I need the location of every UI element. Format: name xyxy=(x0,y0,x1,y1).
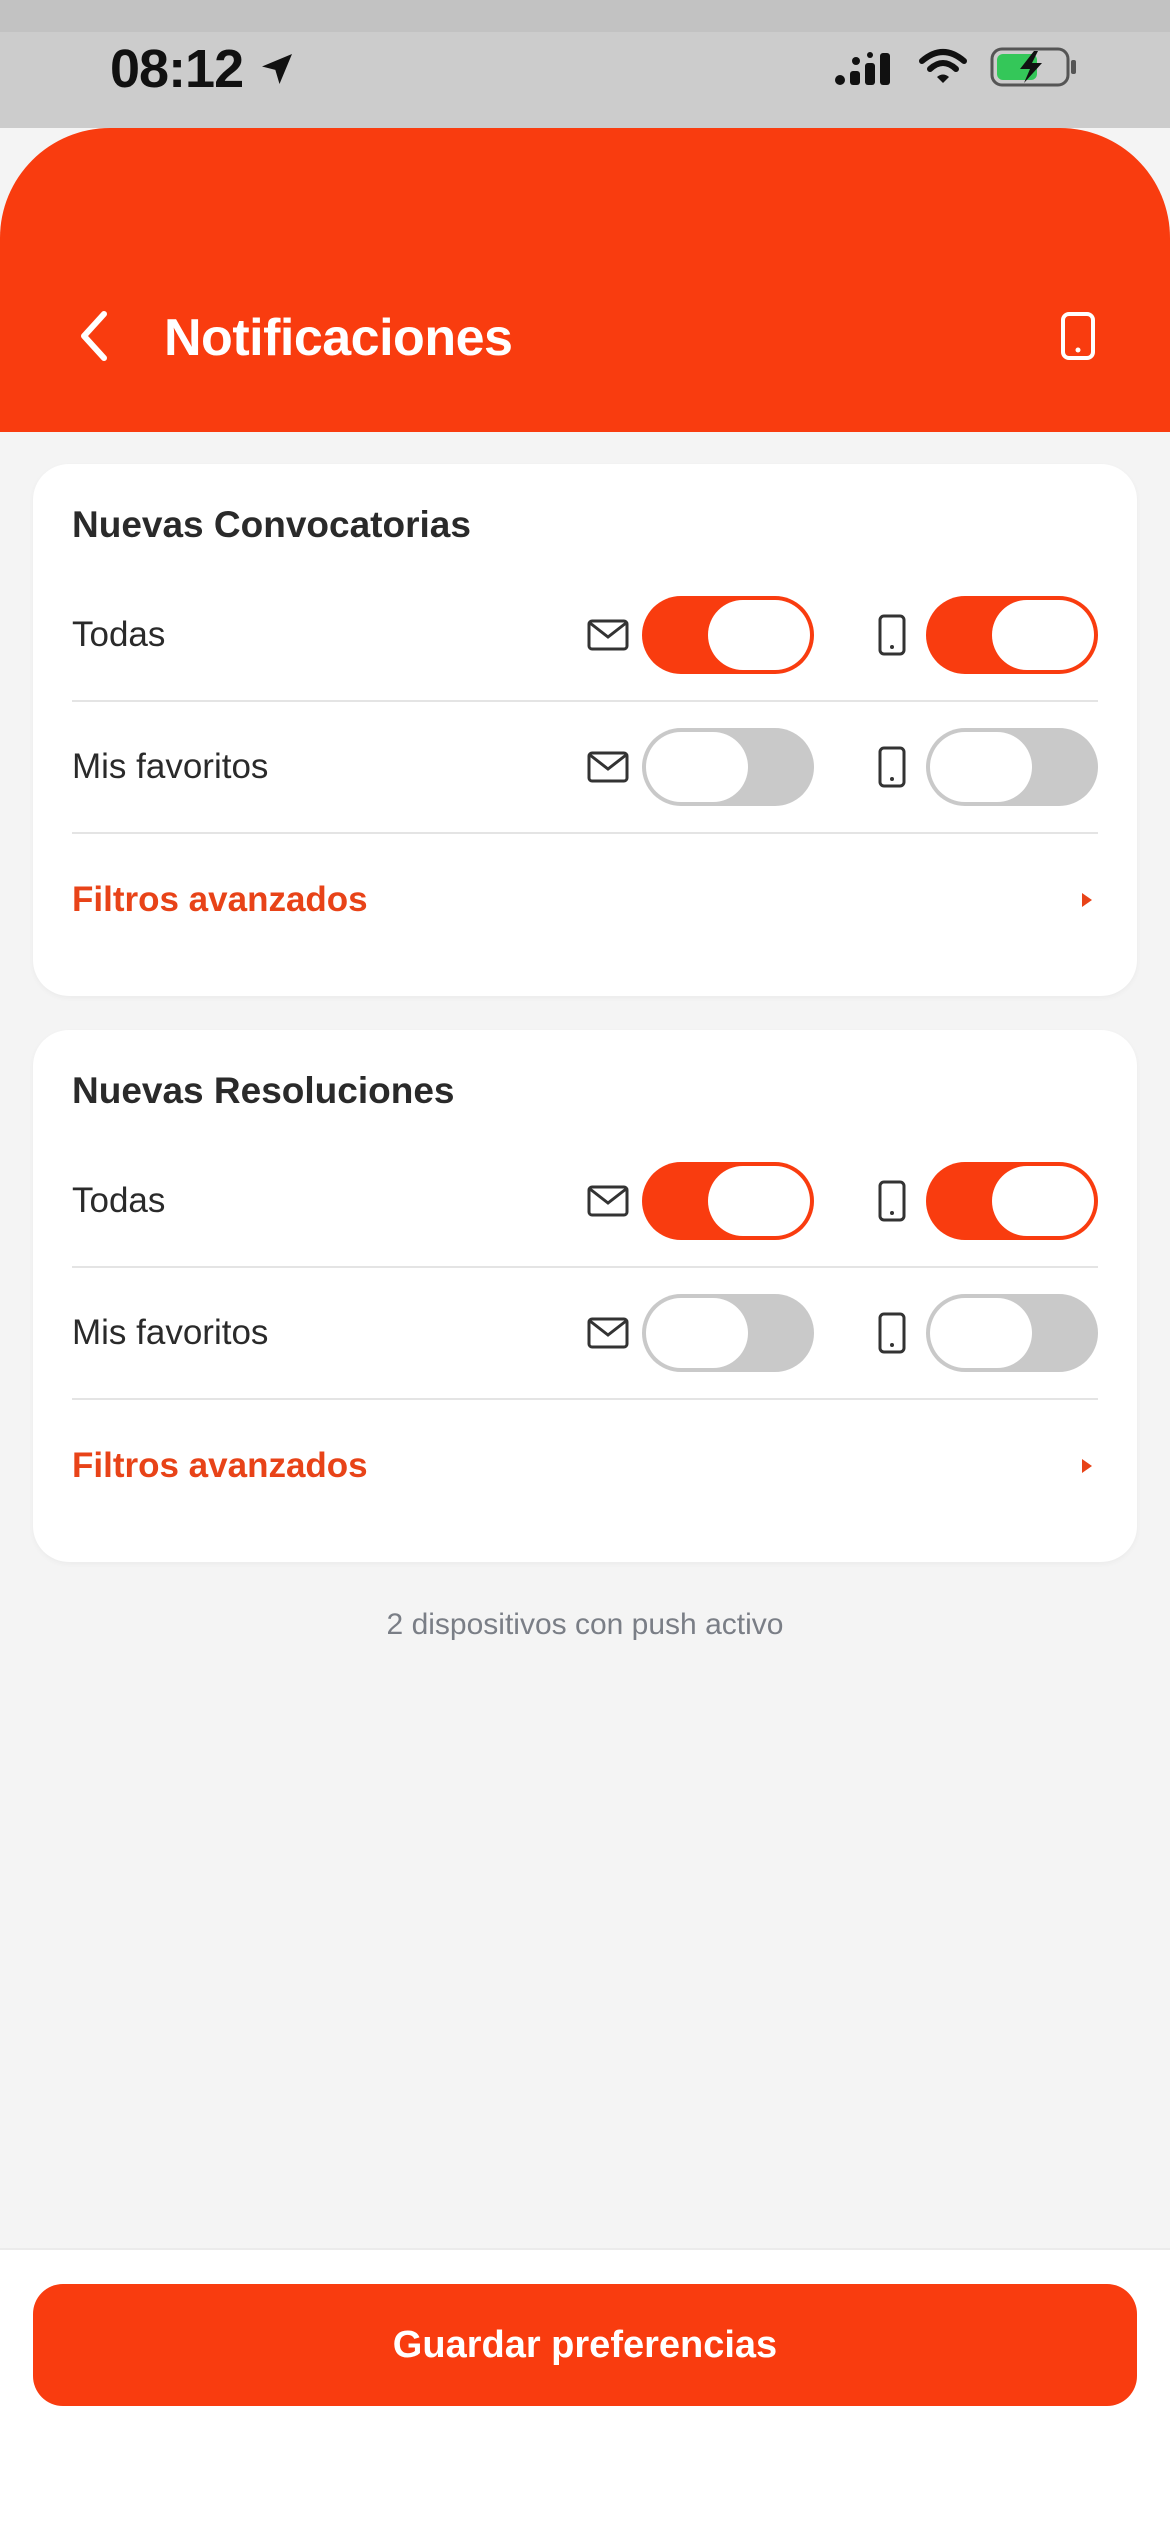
pref-row-todas: Todas xyxy=(72,570,1098,702)
advanced-filters-label: Filtros avanzados xyxy=(72,880,368,919)
pref-row-mis-favoritos: Mis favoritos xyxy=(72,702,1098,834)
signal-icon xyxy=(834,47,896,92)
toggle-knob xyxy=(992,1166,1094,1236)
row-controls xyxy=(586,1268,1098,1398)
triangle-right-icon xyxy=(1082,893,1092,907)
toggle-knob xyxy=(646,732,748,802)
row-controls xyxy=(586,1136,1098,1266)
status-bar: 08:12 xyxy=(0,0,1170,128)
status-time-text: 08:12 xyxy=(110,39,244,99)
row-label: Mis favoritos xyxy=(72,1313,269,1352)
battery-charging-icon xyxy=(990,45,1080,94)
back-button[interactable] xyxy=(62,298,124,378)
row-controls xyxy=(586,702,1098,832)
page-title: Notificaciones xyxy=(164,309,513,367)
mail-icon xyxy=(586,1311,630,1355)
email-toggle[interactable] xyxy=(642,1294,814,1372)
toggle-knob xyxy=(708,1166,810,1236)
section-card-resoluciones: Nuevas Resoluciones Todas Mis favoritos xyxy=(33,1030,1137,1562)
toggle-knob xyxy=(930,1298,1032,1368)
phone-icon xyxy=(870,745,914,789)
section-card-convocatorias: Nuevas Convocatorias Todas Mis favoritos xyxy=(33,464,1137,996)
save-preferences-button[interactable]: Guardar preferencias xyxy=(33,2284,1137,2406)
email-toggle[interactable] xyxy=(642,596,814,674)
toggle-knob xyxy=(646,1298,748,1368)
phone-icon xyxy=(870,1179,914,1223)
section-title: Nuevas Resoluciones xyxy=(72,1070,455,1111)
triangle-right-icon xyxy=(1082,1459,1092,1473)
header-row: Notificaciones xyxy=(0,298,1170,378)
row-controls xyxy=(586,570,1098,700)
phone-icon xyxy=(1060,311,1096,366)
row-label: Todas xyxy=(72,615,166,654)
status-time: 08:12 xyxy=(110,38,297,100)
row-label: Mis favoritos xyxy=(72,747,269,786)
push-toggle[interactable] xyxy=(926,728,1098,806)
advanced-filters-link[interactable]: Filtros avanzados xyxy=(72,834,1098,966)
pref-row-mis-favoritos: Mis favoritos xyxy=(72,1268,1098,1400)
mail-icon xyxy=(586,745,630,789)
app-header: Notificaciones xyxy=(0,128,1170,432)
status-icons xyxy=(834,44,1080,94)
email-toggle[interactable] xyxy=(642,1162,814,1240)
push-devices-info: 2 dispositivos con push activo xyxy=(386,1608,784,1641)
section-title: Nuevas Convocatorias xyxy=(72,504,471,545)
mail-icon xyxy=(586,1179,630,1223)
phone-icon xyxy=(870,1311,914,1355)
device-button[interactable] xyxy=(1048,298,1108,378)
toggle-knob xyxy=(930,732,1032,802)
row-label: Todas xyxy=(72,1181,166,1220)
status-bar-strip xyxy=(0,0,1170,32)
toggle-knob xyxy=(708,600,810,670)
wifi-icon xyxy=(918,47,968,92)
advanced-filters-label: Filtros avanzados xyxy=(72,1446,368,1485)
toggle-knob xyxy=(992,600,1094,670)
push-toggle[interactable] xyxy=(926,596,1098,674)
chevron-left-icon xyxy=(76,310,110,367)
phone-icon xyxy=(870,613,914,657)
location-arrow-icon xyxy=(257,49,297,89)
footer: Guardar preferencias xyxy=(0,2248,1170,2532)
advanced-filters-link[interactable]: Filtros avanzados xyxy=(72,1400,1098,1532)
push-toggle[interactable] xyxy=(926,1294,1098,1372)
pref-row-todas: Todas xyxy=(72,1136,1098,1268)
email-toggle[interactable] xyxy=(642,728,814,806)
push-toggle[interactable] xyxy=(926,1162,1098,1240)
mail-icon xyxy=(586,613,630,657)
